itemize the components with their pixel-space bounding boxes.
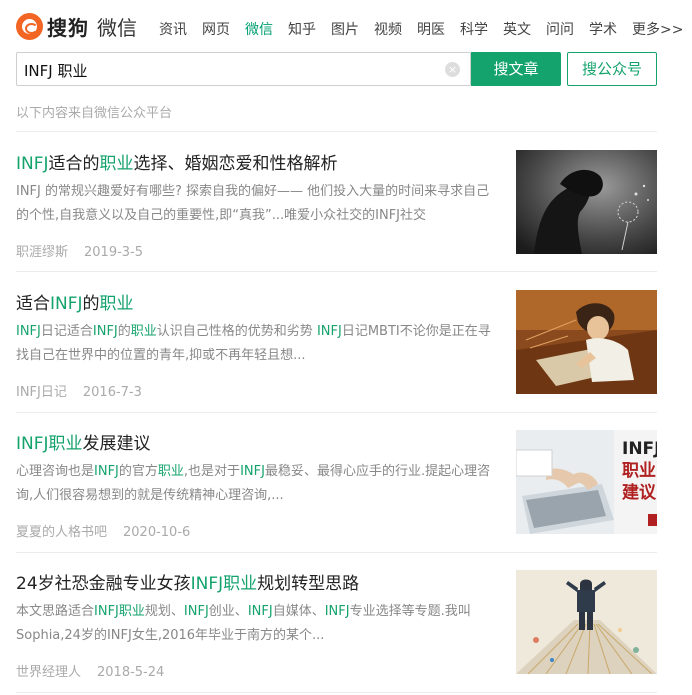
text-segment: INFJ 的常规兴趣爱好有哪些? 探索自我的偏好—— 他们投入大量的时间来寻求自… xyxy=(16,184,490,223)
highlighted-keyword: INFJ xyxy=(183,604,209,619)
clear-icon[interactable]: × xyxy=(445,62,460,77)
result-item: INFJ适合的职业选择、婚姻恋爱和性格解析 INFJ 的常规兴趣爱好有哪些? 探… xyxy=(16,149,657,271)
divider xyxy=(16,131,657,132)
highlighted-keyword: INFJ xyxy=(16,154,49,174)
result-item: 24岁社恐金融专业女孩INFJ职业规划转型思路 本文思路适合INFJ职业规划、I… xyxy=(16,569,657,691)
highlighted-keyword: INFJ xyxy=(316,324,342,339)
highlighted-keyword: 职业 xyxy=(118,604,145,619)
highlighted-keyword: 职业 xyxy=(99,154,134,174)
highlighted-keyword: INFJ xyxy=(94,604,119,619)
result-meta: 世界经理人 2018-5-24 xyxy=(16,661,164,680)
header: 搜狗 微信 资讯 网页 微信 知乎 图片 视频 明医 科学 英文 问问 学术 更… xyxy=(16,10,683,44)
search-input[interactable]: INFJ 职业 × xyxy=(16,52,471,86)
highlighted-keyword: INFJ xyxy=(92,324,118,339)
search-articles-button[interactable]: 搜文章 xyxy=(471,52,561,86)
text-segment: 适合的 xyxy=(48,154,100,174)
divider xyxy=(16,552,657,553)
vertical-nav: 资讯 网页 微信 知乎 图片 视频 明医 科学 英文 问问 学术 更多>> xyxy=(159,19,692,39)
result-account[interactable]: 夏夏的人格书吧 xyxy=(16,525,107,540)
nav-item-web[interactable]: 网页 xyxy=(202,19,230,39)
nav-item-images[interactable]: 图片 xyxy=(331,19,359,39)
highlighted-keyword: INFJ xyxy=(94,464,119,479)
result-date: 2020-10-6 xyxy=(123,525,191,540)
nav-item-video[interactable]: 视频 xyxy=(374,19,402,39)
result-meta: 职涯缪斯 2019-3-5 xyxy=(16,241,143,260)
text-segment: 认识自己性格的优势和劣势 xyxy=(156,324,317,339)
highlighted-keyword: 职业 xyxy=(130,324,157,339)
sogou-logo-icon xyxy=(16,13,43,40)
highlighted-keyword: INFJ xyxy=(240,464,265,479)
text-segment: 发展建议 xyxy=(82,434,151,454)
result-title[interactable]: INFJ职业发展建议 xyxy=(16,429,151,454)
text-segment: 的 xyxy=(117,324,131,339)
highlighted-keyword: 职业 xyxy=(157,464,184,479)
nav-item-wenwen[interactable]: 问问 xyxy=(546,19,574,39)
result-meta: INFJ日记 2016-7-3 xyxy=(16,381,142,400)
result-account[interactable]: 世界经理人 xyxy=(16,665,81,680)
highlighted-keyword: INFJ xyxy=(190,574,224,594)
highlighted-keyword: 职业 xyxy=(223,574,258,594)
result-date: 2019-3-5 xyxy=(84,245,144,260)
nav-item-weixin[interactable]: 微信 xyxy=(245,19,273,39)
text-segment: 规划转型思路 xyxy=(257,574,360,594)
text-segment: 的官方 xyxy=(118,464,158,479)
divider xyxy=(16,412,657,413)
nav-item-zhihu[interactable]: 知乎 xyxy=(288,19,316,39)
result-summary: 心理咨询也是INFJ的官方职业,也是对于INFJ最稳妥、最得心应手的行业.提起心… xyxy=(16,460,496,508)
result-thumbnail[interactable] xyxy=(516,570,657,674)
nav-item-more[interactable]: 更多>> xyxy=(632,19,683,39)
highlighted-keyword: INFJ xyxy=(16,324,41,339)
source-note: 以下内容来自微信公众平台 xyxy=(16,106,173,121)
search-accounts-button[interactable]: 搜公众号 xyxy=(567,52,657,86)
highlighted-keyword: INFJ xyxy=(324,604,350,619)
nav-item-english[interactable]: 英文 xyxy=(503,19,531,39)
text-segment: 心理咨询也是 xyxy=(16,464,95,479)
result-thumbnail[interactable] xyxy=(516,150,657,254)
text-segment: 日记适合 xyxy=(40,324,93,339)
result-summary: INFJ 的常规兴趣爱好有哪些? 探索自我的偏好—— 他们投入大量的时间来寻求自… xyxy=(16,180,496,228)
thumbnail-caption-line: 职业 xyxy=(622,461,656,481)
thumbnail-caption-line: 建议 xyxy=(622,483,656,503)
nav-item-scholar[interactable]: 学术 xyxy=(589,19,617,39)
highlighted-keyword: 职业 xyxy=(48,434,83,454)
text-segment: 自媒体、 xyxy=(272,604,325,619)
result-title[interactable]: 24岁社恐金融专业女孩INFJ职业规划转型思路 xyxy=(16,569,359,594)
search-query-text[interactable]: INFJ 职业 xyxy=(24,60,87,81)
nav-item-news[interactable]: 资讯 xyxy=(159,19,187,39)
text-segment: 的 xyxy=(82,294,100,314)
sogou-logo[interactable]: 搜狗 微信 xyxy=(16,12,137,41)
thumbnail-caption-line: INFJ xyxy=(622,439,657,459)
text-segment: ,也是对于 xyxy=(183,464,241,479)
divider xyxy=(16,271,657,272)
highlighted-keyword: INFJ xyxy=(16,434,49,454)
highlighted-keyword: 职业 xyxy=(99,294,134,314)
result-item: INFJ职业发展建议 心理咨询也是INFJ的官方职业,也是对于INFJ最稳妥、最… xyxy=(16,429,657,551)
nav-item-science[interactable]: 科学 xyxy=(460,19,488,39)
result-date: 2018-5-24 xyxy=(97,665,165,680)
result-meta: 夏夏的人格书吧 2020-10-6 xyxy=(16,521,190,540)
logo-subtitle: 微信 xyxy=(97,16,137,40)
result-title[interactable]: 适合INFJ的职业 xyxy=(16,289,134,314)
result-thumbnail[interactable] xyxy=(516,290,657,394)
nav-item-medical[interactable]: 明医 xyxy=(417,19,445,39)
divider xyxy=(16,692,657,693)
result-summary: 本文思路适合INFJ职业规划、INFJ创业、INFJ自媒体、INFJ专业选择等专… xyxy=(16,600,496,648)
text-segment: 规划、 xyxy=(144,604,184,619)
result-account[interactable]: INFJ日记 xyxy=(16,385,67,400)
result-item: 适合INFJ的职业 INFJ日记适合INFJ的职业认识自己性格的优势和劣势 IN… xyxy=(16,289,657,411)
text-segment: 适合 xyxy=(16,294,50,314)
text-segment: 24岁社恐金融专业女孩 xyxy=(16,574,191,594)
result-title[interactable]: INFJ适合的职业选择、婚姻恋爱和性格解析 xyxy=(16,149,338,174)
text-segment: 创业、 xyxy=(208,604,248,619)
logo-text: 搜狗 xyxy=(47,16,89,40)
text-segment: 本文思路适合 xyxy=(16,604,95,619)
result-date: 2016-7-3 xyxy=(82,385,142,400)
highlighted-keyword: INFJ xyxy=(247,604,273,619)
thumbnail-caption: INFJ 职业 建议 xyxy=(622,438,657,504)
result-summary: INFJ日记适合INFJ的职业认识自己性格的优势和劣势 INFJ日记MBTI不论… xyxy=(16,320,496,368)
highlighted-keyword: INFJ xyxy=(50,294,83,314)
result-thumbnail[interactable]: INFJ 职业 建议 xyxy=(516,430,657,534)
result-account[interactable]: 职涯缪斯 xyxy=(16,245,68,260)
text-segment: 选择、婚姻恋爱和性格解析 xyxy=(133,154,338,174)
